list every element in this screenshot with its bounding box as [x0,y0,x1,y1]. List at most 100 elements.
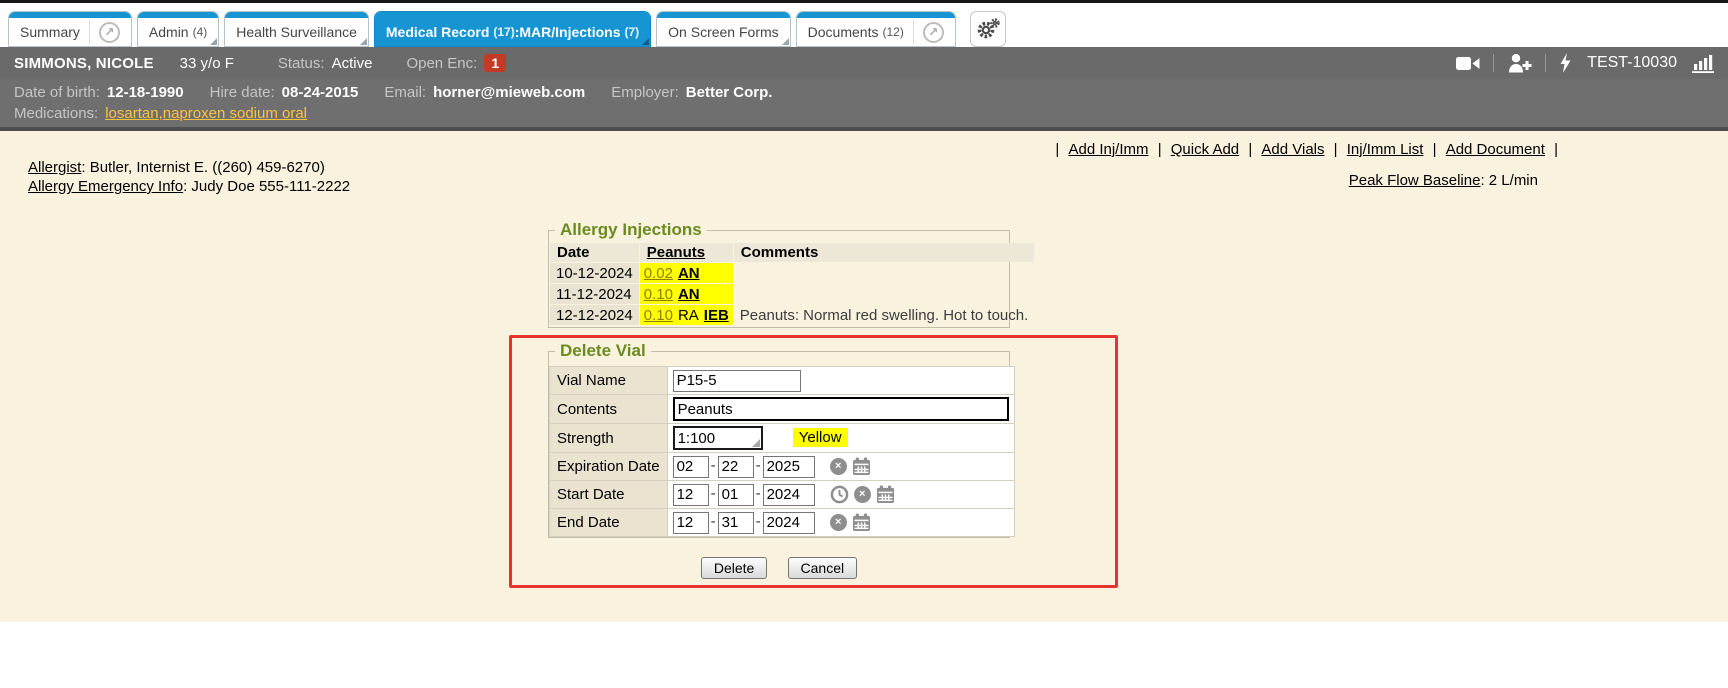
end-date-tools: × [830,513,871,532]
tab-documents-label: Documents [808,24,879,40]
person-add-icon[interactable] [1507,53,1532,73]
demographics-row-2: Medications: losartan , naproxen sodium … [14,105,1714,122]
reaction-code-link[interactable]: IEB [704,307,729,324]
clock-icon[interactable] [830,485,849,504]
contents-input[interactable] [673,397,1009,421]
cancel-button[interactable]: Cancel [788,557,858,579]
injection-dose-cell: 0.02 AN [640,263,733,283]
end-month-input[interactable] [673,512,709,534]
reaction-code-link[interactable]: AN [678,265,700,282]
peak-flow-separator: : [1480,172,1488,189]
medication-link[interactable]: naproxen sodium oral [163,105,307,122]
end-year-input[interactable] [763,512,815,534]
tab-dropdown-fold-icon [210,38,217,45]
dose-link[interactable]: 0.02 [644,265,673,282]
tab-dropdown-fold-icon [782,38,789,45]
external-link-icon[interactable]: ↗ [923,22,944,43]
start-day-input[interactable] [718,484,754,506]
strength-input[interactable] [673,426,763,450]
table-row: 10-12-2024 0.02 AN [550,263,1034,283]
comments-column-header: Comments [734,243,1034,262]
hire-date-value: 08-24-2015 [282,84,359,101]
allergen-column-header: Peanuts [640,243,733,262]
clear-date-icon[interactable]: × [830,514,847,531]
resize-grip-icon[interactable] [752,439,760,447]
open-enc-badge[interactable]: 1 [484,54,506,72]
injection-comment [734,284,1034,304]
add-vials-link[interactable]: Add Vials [1261,141,1324,158]
strength-input-wrap [673,426,763,450]
vial-name-input[interactable] [673,370,801,392]
mar-injections-content: Allergist: Butler, Internist E. ((260) 4… [0,131,1728,622]
employer-label: Employer: [611,84,679,101]
delete-vial-fieldset: Delete Vial Vial Name Contents Strength … [548,351,1010,538]
add-document-link[interactable]: Add Document [1446,141,1545,158]
injection-date: 11-12-2024 [550,284,639,304]
form-row-strength: Strength Yellow [550,424,1015,453]
delete-button[interactable]: Delete [701,557,767,579]
calendar-icon[interactable] [876,485,895,504]
expiration-year-input[interactable] [763,456,815,478]
delete-vial-actions: Delete Cancel [548,557,1010,579]
toolbar-divider [1493,54,1494,72]
lightning-bolt-icon[interactable] [1559,53,1572,73]
date-separator: - [711,485,716,502]
tab-medical-record-sublabel: :MAR/Injections [515,24,621,40]
expiration-date-tools: × [830,457,871,476]
tab-divider [89,20,90,44]
clear-date-icon[interactable]: × [854,486,871,503]
end-day-input[interactable] [718,512,754,534]
start-year-input[interactable] [763,484,815,506]
add-inj-imm-link[interactable]: Add Inj/Imm [1068,141,1148,158]
tab-summary[interactable]: Summary ↗ [8,11,132,47]
dob-label: Date of birth: [14,84,100,101]
tab-medical-record-active[interactable]: Medical Record (17) :MAR/Injections (7) [374,11,651,47]
start-month-input[interactable] [673,484,709,506]
form-row-start-date: Start Date -- × [550,481,1015,509]
form-row-expiration-date: Expiration Date -- × [550,453,1015,481]
tab-on-screen-forms[interactable]: On Screen Forms [656,11,790,47]
injection-comment [734,263,1034,283]
peanuts-header-link[interactable]: Peanuts [647,244,705,261]
video-camera-icon[interactable] [1456,55,1480,72]
webchart-window: Summary ↗ Admin (4) Health Surveillance … [0,0,1728,688]
reaction-code-link[interactable]: AN [678,286,700,303]
expiration-day-input[interactable] [718,456,754,478]
tab-documents[interactable]: Documents (12) ↗ [796,11,956,47]
tab-medical-record-subcount: (7) [625,25,640,39]
bar-chart-flowsheet-icon[interactable] [1692,54,1714,73]
dose-link[interactable]: 0.10 [644,307,673,324]
tab-dropdown-fold-icon [642,38,649,45]
calendar-icon[interactable] [852,457,871,476]
inj-imm-list-link[interactable]: Inj/Imm List [1347,141,1424,158]
expiration-month-input[interactable] [673,456,709,478]
hire-date-label: Hire date: [210,84,275,101]
medication-link[interactable]: losartan [105,105,158,122]
demographics-row-1: Date of birth: 12-18-1990 Hire date: 08-24… [14,84,1714,101]
injection-date: 10-12-2024 [550,263,639,283]
quick-add-link[interactable]: Quick Add [1171,141,1239,158]
dob-value: 12-18-1990 [107,84,184,101]
peak-flow-value: 2 L/min [1489,172,1538,189]
dob-field: Date of birth: 12-18-1990 [14,84,184,101]
allergist-link[interactable]: Allergist [28,159,81,176]
patient-header-tools: TEST-10030 [1456,53,1714,73]
peak-flow-baseline-link[interactable]: Peak Flow Baseline [1349,172,1481,189]
page-bottom-whitespace [0,622,1728,680]
peak-flow-baseline: Peak Flow Baseline: 2 L/min [1349,172,1538,189]
clear-date-icon[interactable]: × [830,458,847,475]
allergist-value: Butler, Internist E. ((260) 459-6270) [90,159,325,176]
allergy-emergency-link[interactable]: Allergy Emergency Info [28,178,183,195]
tab-admin[interactable]: Admin (4) [137,11,219,47]
calendar-icon[interactable] [852,513,871,532]
gears-icon [976,17,1000,41]
external-link-icon[interactable]: ↗ [99,22,120,43]
tab-admin-count: (4) [193,25,208,39]
table-row: 11-12-2024 0.10 AN [550,284,1034,304]
dose-link[interactable]: 0.10 [644,286,673,303]
form-row-contents: Contents [550,395,1015,424]
tab-settings-button[interactable] [970,11,1006,47]
demographics-bar: Date of birth: 12-18-1990 Hire date: 08-24… [0,79,1728,127]
strength-label: Strength [550,424,668,453]
tab-health-surveillance[interactable]: Health Surveillance [224,11,369,47]
